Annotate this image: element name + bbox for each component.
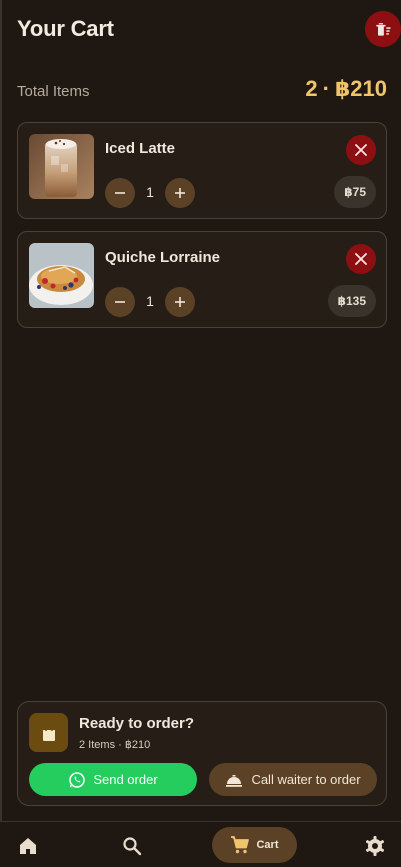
- close-icon: [355, 253, 367, 265]
- clear-cart-button[interactable]: [365, 11, 401, 47]
- delete-sweep-icon: [376, 23, 391, 36]
- bottom-navigation: Cart: [0, 821, 401, 867]
- total-item-count: 2: [305, 76, 318, 101]
- whatsapp-icon: [69, 771, 86, 788]
- close-icon: [355, 144, 367, 156]
- nav-search[interactable]: [121, 835, 143, 857]
- home-icon: [20, 838, 36, 854]
- cart-total: 2 · ฿210: [305, 76, 387, 102]
- item-price: ฿75: [334, 176, 376, 208]
- quiche-photo: [29, 243, 94, 308]
- window-edge: [0, 0, 2, 867]
- quantity-value: 1: [146, 293, 154, 309]
- page-title: Your Cart: [17, 16, 114, 41]
- item-price: ฿135: [327, 285, 376, 317]
- order-summary: 2 Items · ฿210: [79, 739, 151, 751]
- shopping-cart-icon: [231, 836, 250, 854]
- order-panel: Ready to order? 2 Items · ฿210 Send orde…: [17, 701, 387, 806]
- nav-settings[interactable]: [364, 835, 386, 857]
- total-separator: ·: [322, 76, 330, 101]
- shopping-bag-badge: [29, 713, 68, 752]
- nav-cart[interactable]: Cart: [212, 827, 297, 863]
- call-waiter-button[interactable]: Call waiter to order: [209, 763, 377, 796]
- increase-quantity-button[interactable]: [165, 178, 195, 208]
- call-waiter-label: Call waiter to order: [251, 772, 361, 787]
- nav-cart-label: Cart: [256, 839, 279, 851]
- total-items-label: Total Items: [17, 83, 90, 100]
- remove-item-button[interactable]: [346, 135, 376, 165]
- nav-home[interactable]: [17, 835, 39, 857]
- gear-icon: [365, 836, 385, 856]
- cart-item: Iced Latte 1 ฿75: [17, 122, 387, 219]
- decrease-quantity-button[interactable]: [105, 178, 135, 208]
- search-icon: [123, 837, 142, 856]
- room-service-bell-icon: [226, 774, 243, 787]
- decrease-quantity-button[interactable]: [105, 287, 135, 317]
- minus-icon: [115, 192, 125, 194]
- header: Your Cart: [0, 0, 401, 60]
- cart-summary: Total Items 2 · ฿210: [17, 76, 387, 106]
- item-name: Iced Latte: [105, 140, 176, 157]
- iced-latte-photo: [29, 134, 94, 199]
- quantity-value: 1: [146, 184, 154, 200]
- remove-item-button[interactable]: [346, 244, 376, 274]
- shopping-bag-icon: [42, 724, 55, 741]
- send-order-label: Send order: [93, 772, 158, 787]
- item-name: Quiche Lorraine: [105, 249, 221, 266]
- total-price: ฿210: [334, 76, 387, 101]
- minus-icon: [115, 301, 125, 303]
- cart-item: Quiche Lorraine 1 ฿135: [17, 231, 387, 328]
- plus-icon: [175, 188, 185, 198]
- order-title: Ready to order?: [79, 715, 195, 732]
- increase-quantity-button[interactable]: [165, 287, 195, 317]
- send-order-button[interactable]: Send order: [29, 763, 197, 796]
- plus-icon: [175, 297, 185, 307]
